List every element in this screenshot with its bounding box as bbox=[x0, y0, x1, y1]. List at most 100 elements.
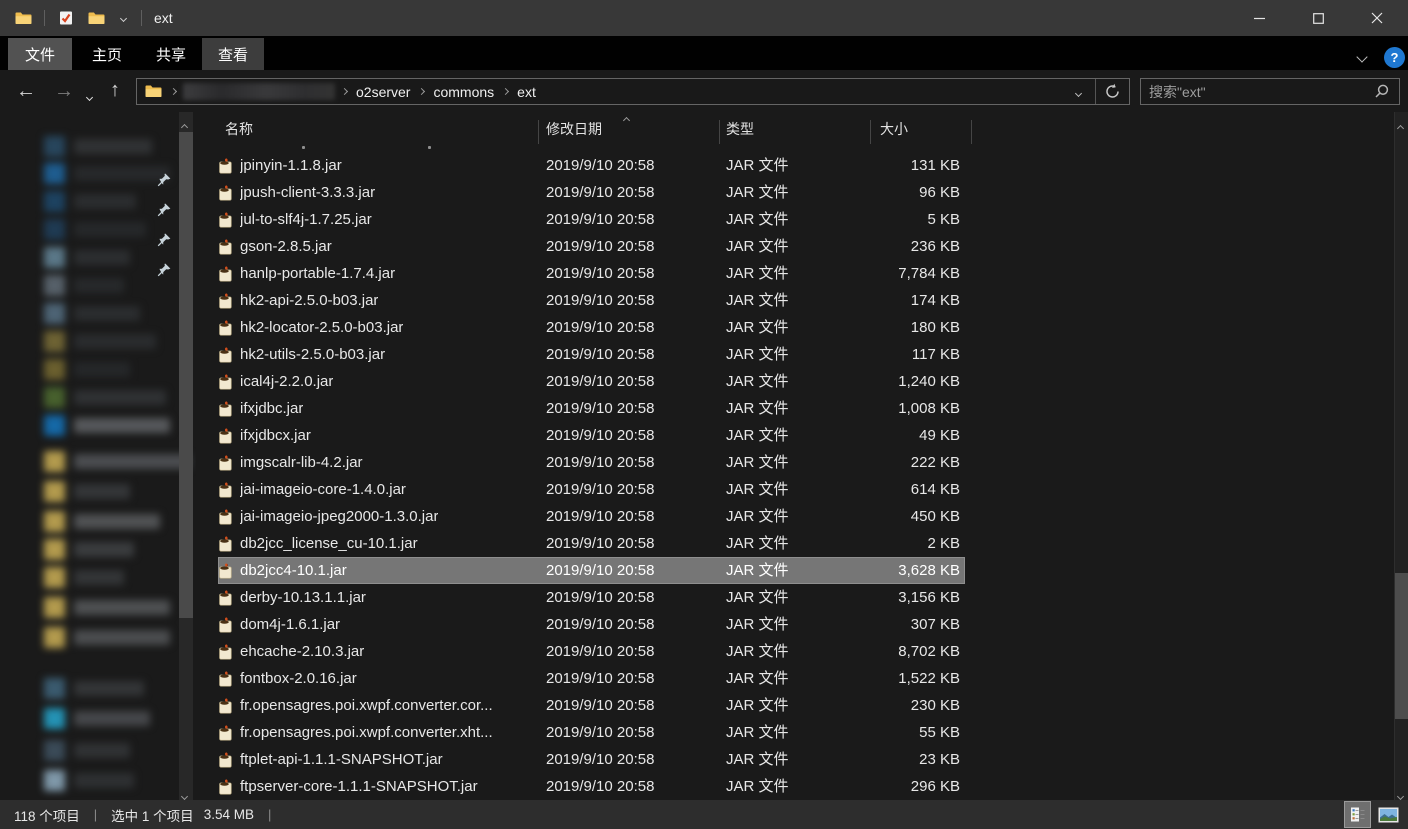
column-divider[interactable] bbox=[719, 120, 720, 144]
file-row[interactable]: imgscalr-lib-4.2.jar2019/9/10 20:58JAR 文… bbox=[196, 449, 1408, 476]
column-header-name[interactable]: 名称 bbox=[225, 114, 253, 144]
file-row[interactable]: db2jcc4-10.1.jar2019/9/10 20:58JAR 文件3,6… bbox=[196, 557, 1408, 584]
list-scrollbar[interactable] bbox=[1394, 112, 1408, 800]
tab-view[interactable]: 查看 bbox=[202, 38, 264, 70]
pin-icon[interactable] bbox=[156, 232, 172, 248]
file-row[interactable]: ifxjdbc.jar2019/9/10 20:58JAR 文件1,008 KB bbox=[196, 395, 1408, 422]
file-size: 222 KB bbox=[816, 449, 960, 476]
pin-icon[interactable] bbox=[156, 262, 172, 278]
file-row[interactable]: ifxjdbcx.jar2019/9/10 20:58JAR 文件49 KB bbox=[196, 422, 1408, 449]
thumbnail-view-button[interactable] bbox=[1375, 801, 1402, 828]
column-divider[interactable] bbox=[538, 120, 539, 144]
qat-customize-dropdown-icon[interactable] bbox=[117, 9, 129, 27]
sidebar-scrollbar[interactable] bbox=[179, 112, 193, 800]
censored-crumb[interactable] bbox=[183, 83, 335, 100]
breadcrumb-commons[interactable]: commons bbox=[429, 84, 498, 100]
properties-check-icon[interactable] bbox=[57, 9, 75, 27]
pin-icon[interactable] bbox=[156, 172, 172, 188]
file-size: 55 KB bbox=[816, 719, 960, 746]
list-scrollbar-thumb[interactable] bbox=[1395, 573, 1408, 719]
file-name: jpinyin-1.1.8.jar bbox=[240, 152, 342, 179]
file-date: 2019/9/10 20:58 bbox=[546, 287, 654, 314]
file-row[interactable]: ftplet-api-1.1.1-SNAPSHOT.jar2019/9/10 2… bbox=[196, 746, 1408, 773]
file-type: JAR 文件 bbox=[726, 341, 789, 368]
file-name: derby-10.13.1.1.jar bbox=[240, 584, 366, 611]
new-folder-icon[interactable] bbox=[87, 9, 105, 27]
file-size: 117 KB bbox=[816, 341, 960, 368]
pin-icon[interactable] bbox=[156, 202, 172, 218]
column-header-type[interactable]: 类型 bbox=[726, 114, 754, 144]
file-row[interactable]: hk2-api-2.5.0-b03.jar2019/9/10 20:58JAR … bbox=[196, 287, 1408, 314]
tab-share[interactable]: 共享 bbox=[140, 38, 202, 70]
recent-locations-icon[interactable] bbox=[87, 87, 92, 105]
file-row[interactable]: fr.opensagres.poi.xwpf.converter.cor...2… bbox=[196, 692, 1408, 719]
search-icon[interactable] bbox=[1373, 83, 1390, 100]
file-row[interactable]: fr.opensagres.poi.xwpf.converter.xht...2… bbox=[196, 719, 1408, 746]
file-row[interactable]: ftpserver-core-1.1.1-SNAPSHOT.jar2019/9/… bbox=[196, 773, 1408, 800]
column-header-size[interactable]: 大小 bbox=[880, 114, 908, 144]
details-view-button[interactable] bbox=[1344, 801, 1371, 828]
file-size: 5 KB bbox=[816, 206, 960, 233]
address-bar[interactable]: o2server commons ext bbox=[136, 78, 1130, 105]
file-row[interactable]: hk2-utils-2.5.0-b03.jar2019/9/10 20:58JA… bbox=[196, 341, 1408, 368]
up-icon[interactable]: ↑ bbox=[110, 80, 120, 100]
tab-home[interactable]: 主页 bbox=[76, 38, 138, 70]
file-row[interactable]: jpush-client-3.3.3.jar2019/9/10 20:58JAR… bbox=[196, 179, 1408, 206]
file-size: 236 KB bbox=[816, 233, 960, 260]
file-row[interactable]: hanlp-portable-1.7.4.jar2019/9/10 20:58J… bbox=[196, 260, 1408, 287]
column-divider[interactable] bbox=[870, 120, 871, 144]
address-dropdown-icon[interactable] bbox=[1076, 83, 1081, 101]
help-icon[interactable]: ? bbox=[1384, 47, 1405, 68]
file-row[interactable]: ical4j-2.2.0.jar2019/9/10 20:58JAR 文件1,2… bbox=[196, 368, 1408, 395]
tab-file[interactable]: 文件 bbox=[8, 38, 72, 70]
minimize-button[interactable] bbox=[1236, 0, 1282, 36]
file-size: 174 KB bbox=[816, 287, 960, 314]
file-row[interactable]: ehcache-2.10.3.jar2019/9/10 20:58JAR 文件8… bbox=[196, 638, 1408, 665]
file-date: 2019/9/10 20:58 bbox=[546, 476, 654, 503]
jar-file-icon bbox=[218, 482, 233, 498]
ribbon-collapse-icon[interactable] bbox=[1358, 48, 1366, 66]
status-divider: | bbox=[94, 807, 97, 822]
jar-file-icon bbox=[218, 752, 233, 768]
column-header-date[interactable]: 修改日期 bbox=[546, 114, 602, 144]
file-name: jai-imageio-jpeg2000-1.3.0.jar bbox=[240, 503, 438, 530]
file-date: 2019/9/10 20:58 bbox=[546, 422, 654, 449]
address-folder-icon bbox=[145, 85, 162, 98]
file-type: JAR 文件 bbox=[726, 476, 789, 503]
scroll-down-icon[interactable] bbox=[182, 786, 187, 800]
jar-file-icon bbox=[218, 212, 233, 228]
file-row[interactable]: db2jcc_license_cu-10.1.jar2019/9/10 20:5… bbox=[196, 530, 1408, 557]
qat-separator bbox=[141, 10, 142, 26]
tab-file-label: 文件 bbox=[25, 44, 55, 65]
file-row[interactable]: gson-2.8.5.jar2019/9/10 20:58JAR 文件236 K… bbox=[196, 233, 1408, 260]
file-type: JAR 文件 bbox=[726, 287, 789, 314]
back-icon[interactable]: ← bbox=[16, 81, 36, 101]
search-input[interactable] bbox=[1141, 84, 1373, 100]
file-row[interactable]: jai-imageio-jpeg2000-1.3.0.jar2019/9/10 … bbox=[196, 503, 1408, 530]
file-row[interactable]: jpinyin-1.1.8.jar2019/9/10 20:58JAR 文件13… bbox=[196, 152, 1408, 179]
jar-file-icon bbox=[218, 509, 233, 525]
file-size: 7,784 KB bbox=[816, 260, 960, 287]
file-type: JAR 文件 bbox=[726, 260, 789, 287]
sidebar-scrollbar-thumb[interactable] bbox=[179, 132, 193, 618]
breadcrumb-ext[interactable]: ext bbox=[513, 84, 540, 100]
breadcrumb-o2server[interactable]: o2server bbox=[352, 84, 414, 100]
file-row[interactable]: jai-imageio-core-1.4.0.jar2019/9/10 20:5… bbox=[196, 476, 1408, 503]
crumb-chevron-icon bbox=[341, 88, 348, 95]
navigation-toolbar: ← → ↑ o2server commons ext bbox=[0, 70, 1408, 112]
maximize-button[interactable] bbox=[1295, 0, 1341, 36]
close-button[interactable] bbox=[1354, 0, 1400, 36]
file-row[interactable]: hk2-locator-2.5.0-b03.jar2019/9/10 20:58… bbox=[196, 314, 1408, 341]
column-divider[interactable] bbox=[971, 120, 972, 144]
scroll-up-icon[interactable] bbox=[1398, 118, 1403, 136]
crumb-chevron-icon bbox=[170, 88, 177, 95]
forward-icon[interactable]: → bbox=[54, 81, 74, 101]
file-type: JAR 文件 bbox=[726, 152, 789, 179]
file-row[interactable]: jul-to-slf4j-1.7.25.jar2019/9/10 20:58JA… bbox=[196, 206, 1408, 233]
file-row[interactable]: dom4j-1.6.1.jar2019/9/10 20:58JAR 文件307 … bbox=[196, 611, 1408, 638]
refresh-icon[interactable] bbox=[1104, 83, 1121, 100]
file-row[interactable]: fontbox-2.0.16.jar2019/9/10 20:58JAR 文件1… bbox=[196, 665, 1408, 692]
file-row[interactable]: derby-10.13.1.1.jar2019/9/10 20:58JAR 文件… bbox=[196, 584, 1408, 611]
address-divider bbox=[1095, 79, 1096, 104]
file-size: 2 KB bbox=[816, 530, 960, 557]
